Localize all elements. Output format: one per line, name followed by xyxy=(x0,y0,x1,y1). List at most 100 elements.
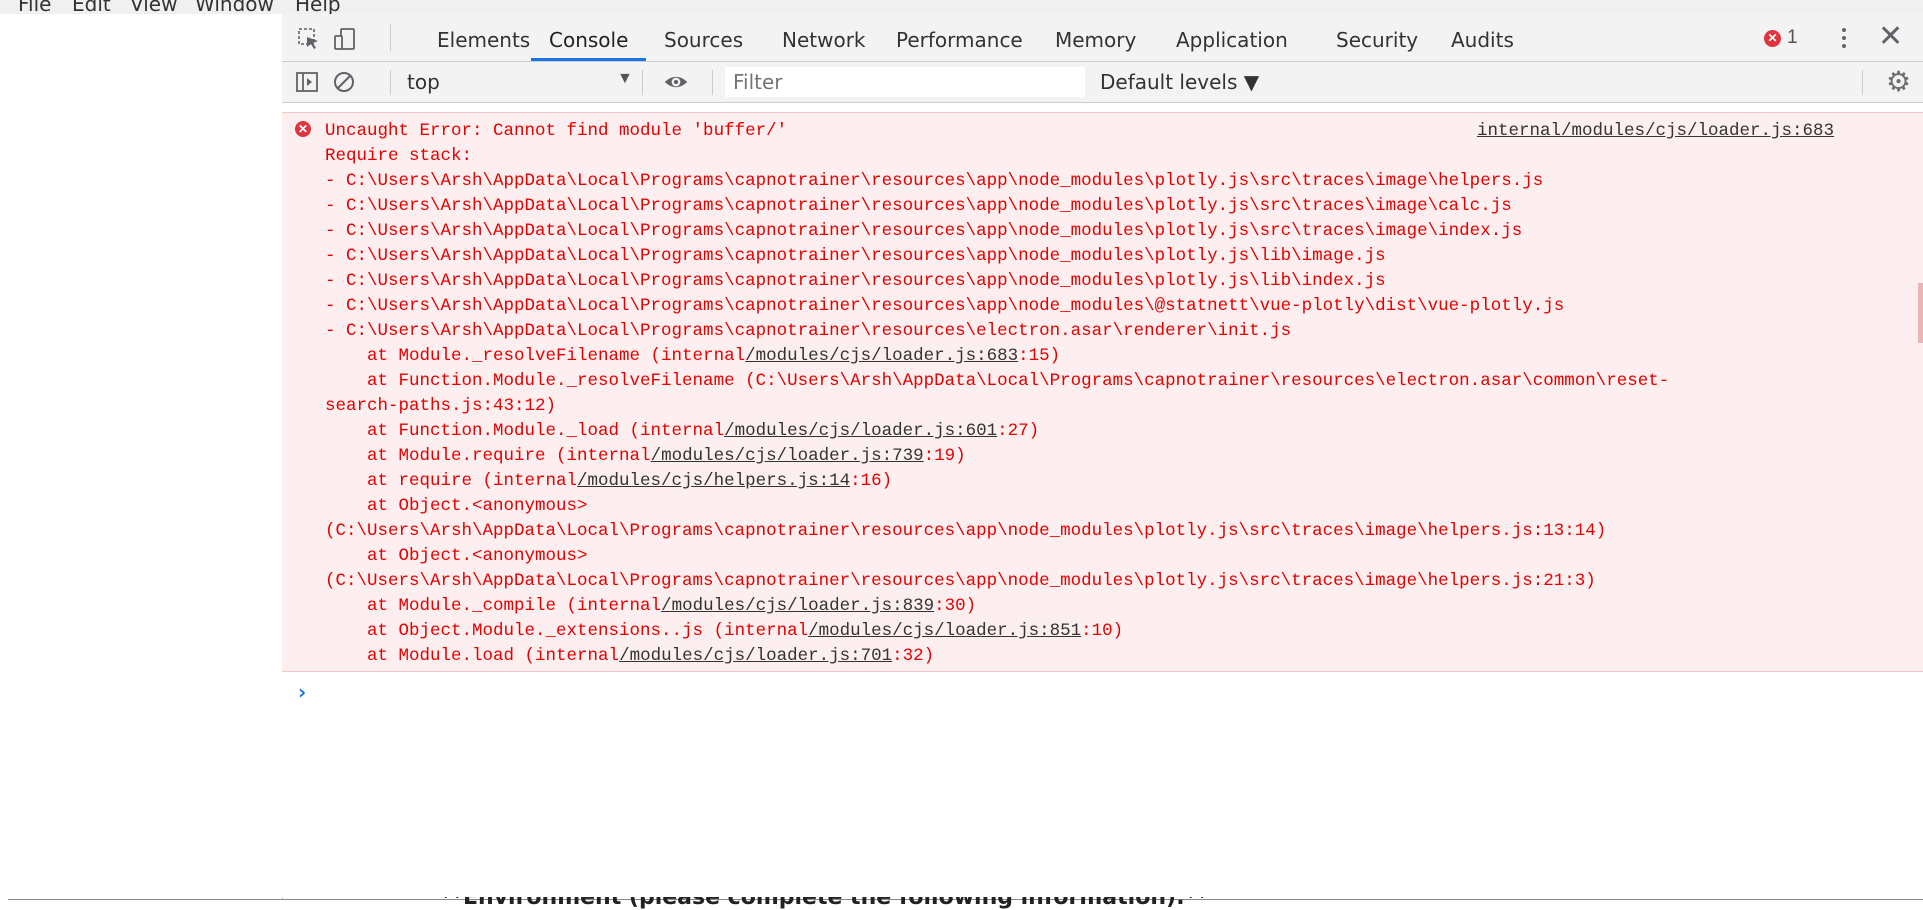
error-line-text: at Module.require (internal xyxy=(325,446,651,466)
error-line-text: :32) xyxy=(892,646,935,666)
tab-audits[interactable]: Audits xyxy=(1437,14,1528,61)
error-line-text: - C:\Users\Arsh\AppData\Local\Programs\c… xyxy=(325,221,1523,241)
app-content-pane xyxy=(8,14,283,899)
error-line-text: Require stack: xyxy=(325,146,473,166)
error-line-text: at require (internal xyxy=(325,471,578,491)
devtools-panel: Elements Console Sources Network Perform… xyxy=(282,14,1923,897)
error-line-text: at Module._compile (internal xyxy=(325,596,662,616)
console-prompt-icon[interactable]: › xyxy=(298,680,306,704)
error-line: at Object.Module._extensions..js (intern… xyxy=(325,619,1669,644)
stack-frame-link[interactable]: /modules/cjs/loader.js:601 xyxy=(724,421,997,441)
log-levels-dropdown[interactable]: Default levels ▼ xyxy=(1100,70,1259,94)
chevron-down-icon[interactable]: ▼ xyxy=(617,70,633,88)
error-line: - C:\Users\Arsh\AppData\Local\Programs\c… xyxy=(325,219,1669,244)
toolbar-divider xyxy=(390,70,391,95)
error-line-text: - C:\Users\Arsh\AppData\Local\Programs\c… xyxy=(325,321,1292,341)
kebab-menu-icon[interactable] xyxy=(1834,24,1854,52)
console-sidebar-icon[interactable] xyxy=(294,69,320,95)
error-line-text: :27) xyxy=(997,421,1040,441)
tab-security[interactable]: Security xyxy=(1322,14,1432,61)
error-line-text: - C:\Users\Arsh\AppData\Local\Programs\c… xyxy=(325,171,1544,191)
error-line-text: at Module._resolveFilename (internal xyxy=(325,346,746,366)
error-counter[interactable]: ✕ 1 xyxy=(1764,24,1798,52)
error-line: at require (internal/modules/cjs/helpers… xyxy=(325,469,1669,494)
toolbar-divider xyxy=(1862,70,1863,95)
error-line: - C:\Users\Arsh\AppData\Local\Programs\c… xyxy=(325,169,1669,194)
gear-icon[interactable]: ⚙ xyxy=(1886,68,1911,96)
stack-frame-link[interactable]: /modules/cjs/helpers.js:14 xyxy=(577,471,850,491)
error-line: - C:\Users\Arsh\AppData\Local\Programs\c… xyxy=(325,294,1669,319)
close-icon[interactable]: ✕ xyxy=(1878,20,1903,54)
error-line: Uncaught Error: Cannot find module 'buff… xyxy=(325,119,1669,144)
scrollbar[interactable] xyxy=(1918,283,1923,343)
error-line: - C:\Users\Arsh\AppData\Local\Programs\c… xyxy=(325,194,1669,219)
error-line-text: (C:\Users\Arsh\AppData\Local\Programs\ca… xyxy=(325,571,1596,591)
error-line-text: - C:\Users\Arsh\AppData\Local\Programs\c… xyxy=(325,296,1565,316)
error-line-text: at Function.Module._resolveFilename (C:\… xyxy=(325,371,1670,391)
stack-frame-link[interactable]: /modules/cjs/loader.js:851 xyxy=(808,621,1081,641)
chevron-down-icon: ▼ xyxy=(1243,70,1260,94)
error-stack-trace: Uncaught Error: Cannot find module 'buff… xyxy=(325,119,1669,669)
toolbar-divider xyxy=(712,70,713,95)
menu-edit[interactable]: Edit xyxy=(72,0,111,14)
tab-elements[interactable]: Elements xyxy=(423,14,544,61)
error-line-text: :10) xyxy=(1081,621,1124,641)
error-line: Require stack: xyxy=(325,144,1669,169)
error-icon: ✕ xyxy=(1764,29,1781,47)
error-line-text: at Object.Module._extensions..js (intern… xyxy=(325,621,809,641)
error-line: search-paths.js:43:12) xyxy=(325,394,1669,419)
context-selector[interactable]: top xyxy=(407,70,440,94)
menu-help[interactable]: Help xyxy=(295,0,341,14)
error-line: (C:\Users\Arsh\AppData\Local\Programs\ca… xyxy=(325,519,1669,544)
console-error-message: ✕ Uncaught Error: Cannot find module 'bu… xyxy=(282,112,1923,672)
menu-file[interactable]: File xyxy=(18,0,51,14)
error-line: (C:\Users\Arsh\AppData\Local\Programs\ca… xyxy=(325,569,1669,594)
tab-sources[interactable]: Sources xyxy=(650,14,757,61)
devtools-tabbar: Elements Console Sources Network Perform… xyxy=(282,14,1923,62)
stack-frame-link[interactable]: /modules/cjs/loader.js:739 xyxy=(651,446,924,466)
tab-console[interactable]: Console xyxy=(535,14,642,61)
error-line: at Function.Module._resolveFilename (C:\… xyxy=(325,369,1669,394)
error-line-text: :30) xyxy=(934,596,977,616)
error-line: at Module._resolveFilename (internal/mod… xyxy=(325,344,1669,369)
tab-memory[interactable]: Memory xyxy=(1041,14,1150,61)
stack-frame-link[interactable]: /modules/cjs/loader.js:701 xyxy=(619,646,892,666)
menu-window[interactable]: Window xyxy=(195,0,274,14)
error-icon: ✕ xyxy=(295,121,311,137)
error-line-text: at Object.<anonymous> xyxy=(325,546,588,566)
app-menubar: File Edit View Window Help xyxy=(0,0,1923,14)
console-toolbar: top ▼ Default levels ▼ ⚙ xyxy=(282,62,1923,103)
error-line: at Function.Module._load (internal/modul… xyxy=(325,419,1669,444)
filter-input[interactable] xyxy=(725,67,1085,97)
error-line: at Module._compile (internal/modules/cjs… xyxy=(325,594,1669,619)
tab-network[interactable]: Network xyxy=(768,14,880,61)
error-line-text: at Module.load (internal xyxy=(325,646,620,666)
stack-frame-link[interactable]: /modules/cjs/loader.js:839 xyxy=(661,596,934,616)
error-line-text: Uncaught Error: Cannot find module 'buff… xyxy=(325,121,788,141)
error-line-text: - C:\Users\Arsh\AppData\Local\Programs\c… xyxy=(325,246,1386,266)
stack-frame-link[interactable]: /modules/cjs/loader.js:683 xyxy=(745,346,1018,366)
error-line-text: :15) xyxy=(1018,346,1061,366)
error-count: 1 xyxy=(1787,27,1798,48)
error-source-link[interactable]: internal/modules/cjs/loader.js:683 xyxy=(1477,119,1834,144)
error-line: at Module.load (internal/modules/cjs/loa… xyxy=(325,644,1669,669)
log-levels-label: Default levels xyxy=(1100,70,1238,94)
tab-application[interactable]: Application xyxy=(1162,14,1302,61)
toolbar-divider xyxy=(390,24,391,51)
error-line-text: - C:\Users\Arsh\AppData\Local\Programs\c… xyxy=(325,196,1512,216)
error-line: - C:\Users\Arsh\AppData\Local\Programs\c… xyxy=(325,319,1669,344)
error-line-text: at Object.<anonymous> xyxy=(325,496,588,516)
error-line-text: :16) xyxy=(850,471,893,491)
error-line: at Object.<anonymous> xyxy=(325,494,1669,519)
inspect-element-icon[interactable] xyxy=(296,26,322,52)
toolbar-divider xyxy=(642,70,643,95)
tab-performance[interactable]: Performance xyxy=(882,14,1037,61)
error-line-text: at Function.Module._load (internal xyxy=(325,421,725,441)
live-expression-icon[interactable] xyxy=(663,69,689,95)
error-line: at Object.<anonymous> xyxy=(325,544,1669,569)
error-line: at Module.require (internal/modules/cjs/… xyxy=(325,444,1669,469)
device-toolbar-icon[interactable] xyxy=(332,26,358,52)
menu-view[interactable]: View xyxy=(130,0,177,14)
error-line: - C:\Users\Arsh\AppData\Local\Programs\c… xyxy=(325,269,1669,294)
clear-console-icon[interactable] xyxy=(331,69,357,95)
